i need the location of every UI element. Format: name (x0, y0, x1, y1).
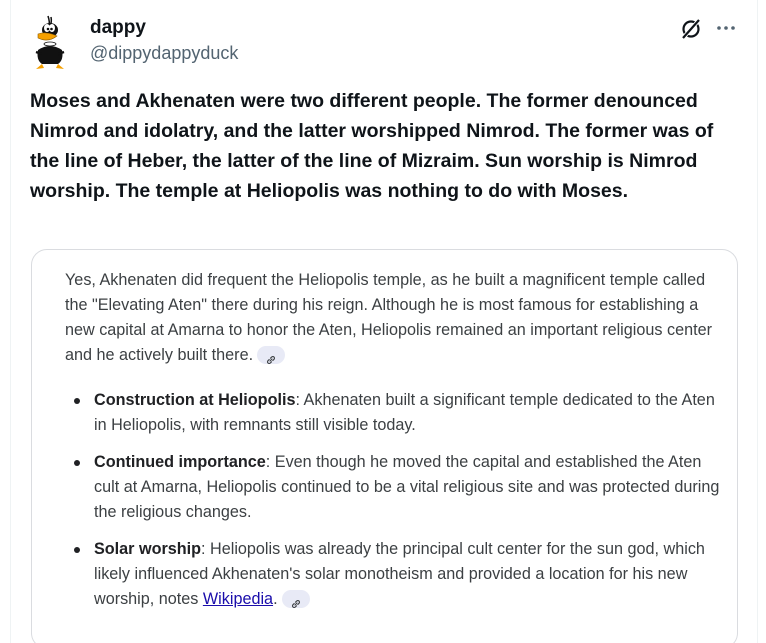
left-border (10, 0, 11, 643)
answer-bullet-list: Construction at Heliopolis: Akhenaten bu… (65, 388, 725, 624)
tweet-text: Moses and Akhenaten were two different p… (30, 90, 714, 202)
embedded-screenshot-card[interactable]: Yes, Akhenaten did frequent the Heliopol… (31, 249, 738, 643)
author-display-name[interactable]: dappy (90, 17, 146, 39)
bullet-solar-worship: Solar worship: Heliopolis was already th… (65, 537, 725, 612)
bullet-construction: Construction at Heliopolis: Akhenaten bu… (65, 388, 725, 438)
author-handle[interactable]: @dippydappyduck (90, 42, 238, 64)
bullet-continued-importance: Continued importance: Even though he mov… (65, 450, 725, 525)
bullet-title: Construction at Heliopolis (94, 391, 296, 409)
more-options-icon[interactable] (714, 18, 738, 38)
bullet-trailing-text: . (273, 590, 278, 608)
bullet-title: Continued importance (94, 453, 266, 471)
daffy-duck-avatar[interactable] (30, 14, 70, 72)
link-icon (267, 355, 276, 364)
right-border (757, 0, 758, 643)
wikipedia-link[interactable]: Wikipedia (203, 590, 273, 608)
grok-icon[interactable] (679, 17, 703, 41)
bullet-title: Solar worship (94, 540, 202, 558)
answer-intro-text: Yes, Akhenaten did frequent the Heliopol… (65, 271, 712, 364)
citation-chip[interactable] (257, 345, 286, 364)
citation-chip[interactable] (281, 589, 310, 608)
link-icon (291, 599, 300, 608)
answer-intro: Yes, Akhenaten did frequent the Heliopol… (65, 268, 715, 368)
